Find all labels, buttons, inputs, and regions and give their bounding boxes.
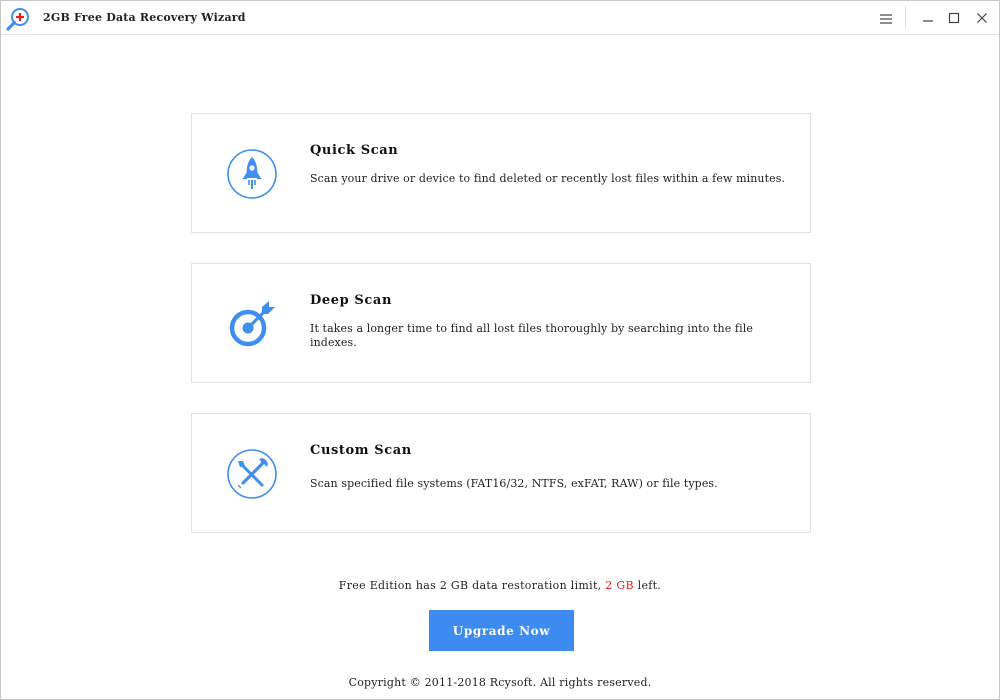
maximize-icon	[948, 9, 960, 28]
limit-suffix: left.	[637, 579, 662, 592]
target-dart-icon	[226, 298, 278, 350]
quick-scan-card[interactable]: Quick Scan Scan your drive or device to …	[191, 113, 811, 233]
window-title: 2GB Free Data Recovery Wizard	[43, 11, 246, 24]
title-bar[interactable]: 2GB Free Data Recovery Wizard	[1, 1, 999, 35]
minimize-icon	[922, 9, 934, 28]
titlebar-divider	[905, 6, 906, 28]
card-description: Scan specified file systems (FAT16/32, N…	[310, 477, 718, 490]
copyright-text: Copyright © 2011-2018 Rcysoft. All right…	[348, 676, 652, 689]
magnifier-plus-icon	[5, 6, 31, 32]
card-description: Scan your drive or device to find delete…	[310, 172, 786, 185]
card-description: It takes a longer time to find all lost …	[310, 322, 753, 349]
card-title: Quick Scan	[310, 143, 399, 158]
limit-remaining-amount: 2 GB	[605, 579, 634, 592]
close-button[interactable]	[965, 1, 999, 35]
hamburger-menu-icon	[880, 9, 892, 28]
deep-scan-card[interactable]: Deep Scan It takes a longer time to find…	[191, 263, 811, 383]
menu-button[interactable]	[869, 1, 903, 35]
edition-limit-notice: Free Edition has 2 GB data restoration l…	[1, 579, 999, 592]
card-title: Custom Scan	[310, 443, 412, 458]
custom-scan-card[interactable]: Custom Scan Scan specified file systems …	[191, 413, 811, 533]
tools-icon	[226, 448, 278, 500]
limit-prefix: Free Edition has 2 GB data restoration l…	[338, 579, 602, 592]
upgrade-now-button[interactable]: Upgrade Now	[429, 610, 574, 651]
close-icon	[976, 9, 988, 28]
card-title: Deep Scan	[310, 293, 393, 308]
app-window: 2GB Free Data Recovery Wizard Quick Scan…	[0, 0, 1000, 700]
rocket-icon	[226, 148, 278, 200]
